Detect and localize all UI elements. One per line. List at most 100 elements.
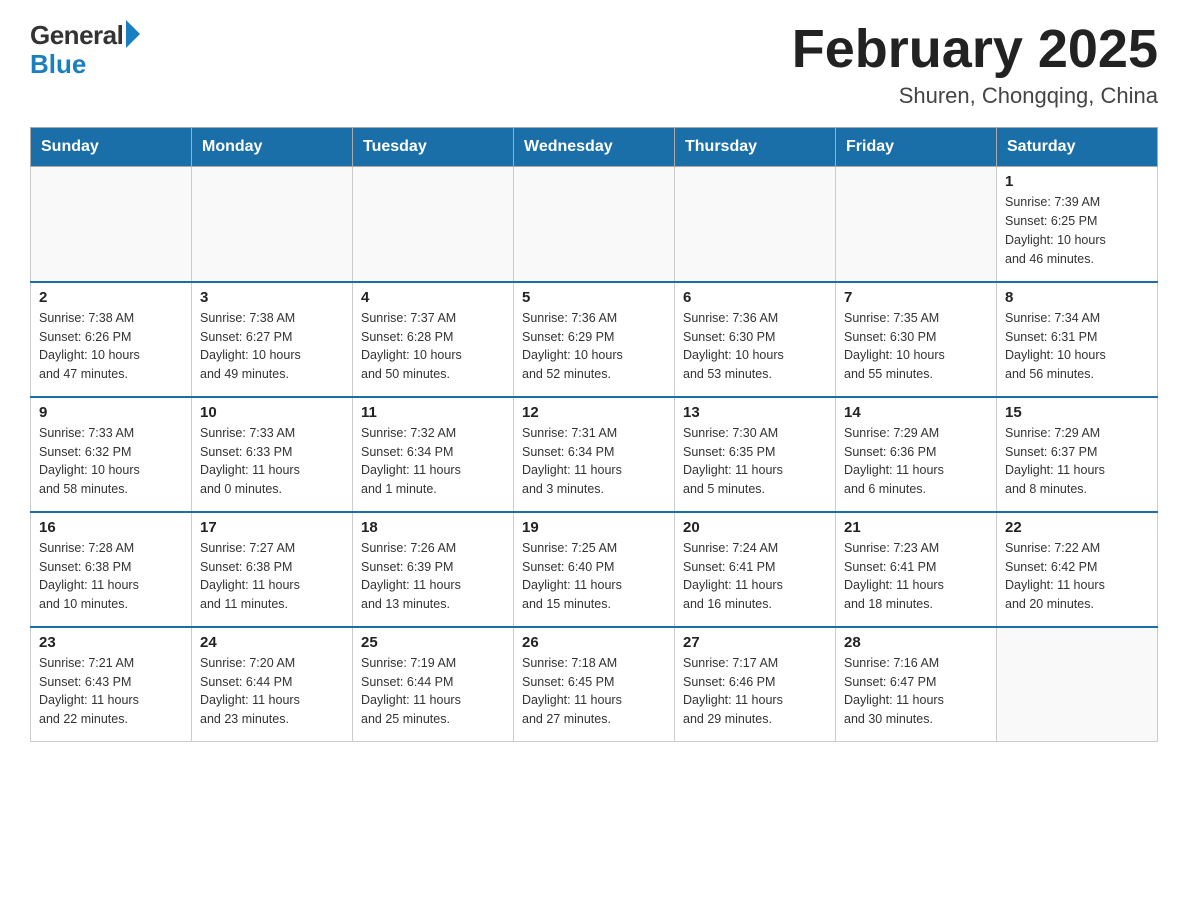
calendar-cell: 24Sunrise: 7:20 AM Sunset: 6:44 PM Dayli… (192, 627, 353, 742)
day-info: Sunrise: 7:17 AM Sunset: 6:46 PM Dayligh… (683, 654, 827, 729)
calendar-cell: 23 Sunrise: 7:21 AM Sunset: 6:43 PM Dayli… (31, 627, 192, 742)
calendar-cell: 3 Sunrise: 7:38 AM Sunset: 6:27 PM Daylig… (192, 282, 353, 397)
page-header: General Blue February 2025 Shuren, Chong… (30, 20, 1158, 109)
calendar-cell: 14Sunrise: 7:29 AM Sunset: 6:36 PM Dayli… (836, 397, 997, 512)
calendar-cell: 9 Sunrise: 7:33 AM Sunset: 6:32 PM Daylig… (31, 397, 192, 512)
calendar-cell: 25 Sunrise: 7:19 AM Sunset: 6:44 PM Dayli… (353, 627, 514, 742)
week-row-1: 1 Sunrise: 7:39 AM Sunset: 6:25 PM Daylig… (31, 167, 1158, 282)
day-number: 16 (39, 519, 183, 536)
day-info: Sunrise: 7:32 AM Sunset: 6:34 PM Dayligh… (361, 424, 505, 499)
logo-triangle-icon (126, 20, 140, 48)
week-row-5: 23 Sunrise: 7:21 AM Sunset: 6:43 PM Dayli… (31, 627, 1158, 742)
day-info: Sunrise: 7:30 AM Sunset: 6:35 PM Dayligh… (683, 424, 827, 499)
day-info: Sunrise: 7:29 AM Sunset: 6:36 PM Dayligh… (844, 424, 988, 499)
day-number: 10 (200, 404, 344, 421)
calendar-cell (675, 167, 836, 282)
day-info: Sunrise: 7:36 AM Sunset: 6:30 PM Dayligh… (683, 309, 827, 384)
calendar-cell (31, 167, 192, 282)
day-number: 5 (522, 289, 666, 306)
logo: General Blue (30, 20, 140, 77)
calendar-table: SundayMondayTuesdayWednesdayThursdayFrid… (30, 127, 1158, 742)
logo-general-text: General (30, 20, 123, 51)
day-number: 24 (200, 634, 344, 651)
day-info: Sunrise: 7:31 AM Sunset: 6:34 PM Dayligh… (522, 424, 666, 499)
calendar-cell: 7 Sunrise: 7:35 AM Sunset: 6:30 PM Daylig… (836, 282, 997, 397)
day-info: Sunrise: 7:24 AM Sunset: 6:41 PM Dayligh… (683, 539, 827, 614)
calendar-cell: 8 Sunrise: 7:34 AM Sunset: 6:31 PM Daylig… (997, 282, 1158, 397)
calendar-cell: 6 Sunrise: 7:36 AM Sunset: 6:30 PM Daylig… (675, 282, 836, 397)
day-info: Sunrise: 7:38 AM Sunset: 6:27 PM Dayligh… (200, 309, 344, 384)
day-info: Sunrise: 7:35 AM Sunset: 6:30 PM Dayligh… (844, 309, 988, 384)
column-header-monday: Monday (192, 128, 353, 167)
calendar-cell: 10 Sunrise: 7:33 AM Sunset: 6:33 PM Dayli… (192, 397, 353, 512)
column-header-sunday: Sunday (31, 128, 192, 167)
calendar-cell: 4 Sunrise: 7:37 AM Sunset: 6:28 PM Daylig… (353, 282, 514, 397)
day-number: 12 (522, 404, 666, 421)
column-header-saturday: Saturday (997, 128, 1158, 167)
day-info: Sunrise: 7:18 AM Sunset: 6:45 PM Dayligh… (522, 654, 666, 729)
day-info: Sunrise: 7:29 AM Sunset: 6:37 PM Dayligh… (1005, 424, 1149, 499)
week-row-4: 16 Sunrise: 7:28 AM Sunset: 6:38 PM Dayli… (31, 512, 1158, 627)
day-number: 9 (39, 404, 183, 421)
day-info: Sunrise: 7:25 AM Sunset: 6:40 PM Dayligh… (522, 539, 666, 614)
day-number: 22 (1005, 519, 1149, 536)
day-number: 8 (1005, 289, 1149, 306)
day-number: 18 (361, 519, 505, 536)
calendar-cell: 27Sunrise: 7:17 AM Sunset: 6:46 PM Dayli… (675, 627, 836, 742)
day-info: Sunrise: 7:28 AM Sunset: 6:38 PM Dayligh… (39, 539, 183, 614)
day-number: 25 (361, 634, 505, 651)
day-info: Sunrise: 7:27 AM Sunset: 6:38 PM Dayligh… (200, 539, 344, 614)
calendar-cell: 20 Sunrise: 7:24 AM Sunset: 6:41 PM Dayli… (675, 512, 836, 627)
day-number: 3 (200, 289, 344, 306)
calendar-cell: 12 Sunrise: 7:31 AM Sunset: 6:34 PM Dayli… (514, 397, 675, 512)
calendar-cell: 11 Sunrise: 7:32 AM Sunset: 6:34 PM Dayli… (353, 397, 514, 512)
calendar-cell: 28Sunrise: 7:16 AM Sunset: 6:47 PM Dayli… (836, 627, 997, 742)
day-info: Sunrise: 7:33 AM Sunset: 6:33 PM Dayligh… (200, 424, 344, 499)
day-info: Sunrise: 7:19 AM Sunset: 6:44 PM Dayligh… (361, 654, 505, 729)
day-info: Sunrise: 7:34 AM Sunset: 6:31 PM Dayligh… (1005, 309, 1149, 384)
logo-blue-text: Blue (30, 51, 86, 77)
location-title: Shuren, Chongqing, China (792, 83, 1158, 109)
calendar-cell: 17Sunrise: 7:27 AM Sunset: 6:38 PM Dayli… (192, 512, 353, 627)
day-number: 7 (844, 289, 988, 306)
day-info: Sunrise: 7:16 AM Sunset: 6:47 PM Dayligh… (844, 654, 988, 729)
day-info: Sunrise: 7:26 AM Sunset: 6:39 PM Dayligh… (361, 539, 505, 614)
day-info: Sunrise: 7:33 AM Sunset: 6:32 PM Dayligh… (39, 424, 183, 499)
calendar-cell: 22 Sunrise: 7:22 AM Sunset: 6:42 PM Dayli… (997, 512, 1158, 627)
week-row-3: 9 Sunrise: 7:33 AM Sunset: 6:32 PM Daylig… (31, 397, 1158, 512)
calendar-header-row: SundayMondayTuesdayWednesdayThursdayFrid… (31, 128, 1158, 167)
day-info: Sunrise: 7:37 AM Sunset: 6:28 PM Dayligh… (361, 309, 505, 384)
day-info: Sunrise: 7:21 AM Sunset: 6:43 PM Dayligh… (39, 654, 183, 729)
calendar-cell: 18 Sunrise: 7:26 AM Sunset: 6:39 PM Dayli… (353, 512, 514, 627)
day-info: Sunrise: 7:23 AM Sunset: 6:41 PM Dayligh… (844, 539, 988, 614)
title-block: February 2025 Shuren, Chongqing, China (792, 20, 1158, 109)
day-info: Sunrise: 7:22 AM Sunset: 6:42 PM Dayligh… (1005, 539, 1149, 614)
calendar-cell (514, 167, 675, 282)
calendar-cell: 5 Sunrise: 7:36 AM Sunset: 6:29 PM Daylig… (514, 282, 675, 397)
day-info: Sunrise: 7:36 AM Sunset: 6:29 PM Dayligh… (522, 309, 666, 384)
calendar-cell (997, 627, 1158, 742)
day-number: 11 (361, 404, 505, 421)
calendar-cell: 21 Sunrise: 7:23 AM Sunset: 6:41 PM Dayli… (836, 512, 997, 627)
calendar-cell (353, 167, 514, 282)
day-number: 4 (361, 289, 505, 306)
calendar-cell: 16 Sunrise: 7:28 AM Sunset: 6:38 PM Dayli… (31, 512, 192, 627)
column-header-tuesday: Tuesday (353, 128, 514, 167)
calendar-cell (192, 167, 353, 282)
calendar-cell: 15 Sunrise: 7:29 AM Sunset: 6:37 PM Dayli… (997, 397, 1158, 512)
calendar-cell: 13Sunrise: 7:30 AM Sunset: 6:35 PM Dayli… (675, 397, 836, 512)
day-info: Sunrise: 7:39 AM Sunset: 6:25 PM Dayligh… (1005, 193, 1149, 268)
day-number: 6 (683, 289, 827, 306)
calendar-cell: 2Sunrise: 7:38 AM Sunset: 6:26 PM Daylig… (31, 282, 192, 397)
day-number: 15 (1005, 404, 1149, 421)
day-number: 23 (39, 634, 183, 651)
day-number: 21 (844, 519, 988, 536)
calendar-cell: 19 Sunrise: 7:25 AM Sunset: 6:40 PM Dayli… (514, 512, 675, 627)
day-number: 2 (39, 289, 183, 306)
day-number: 1 (1005, 173, 1149, 190)
column-header-thursday: Thursday (675, 128, 836, 167)
calendar-cell (836, 167, 997, 282)
calendar-cell: 1 Sunrise: 7:39 AM Sunset: 6:25 PM Daylig… (997, 167, 1158, 282)
day-number: 19 (522, 519, 666, 536)
day-number: 20 (683, 519, 827, 536)
